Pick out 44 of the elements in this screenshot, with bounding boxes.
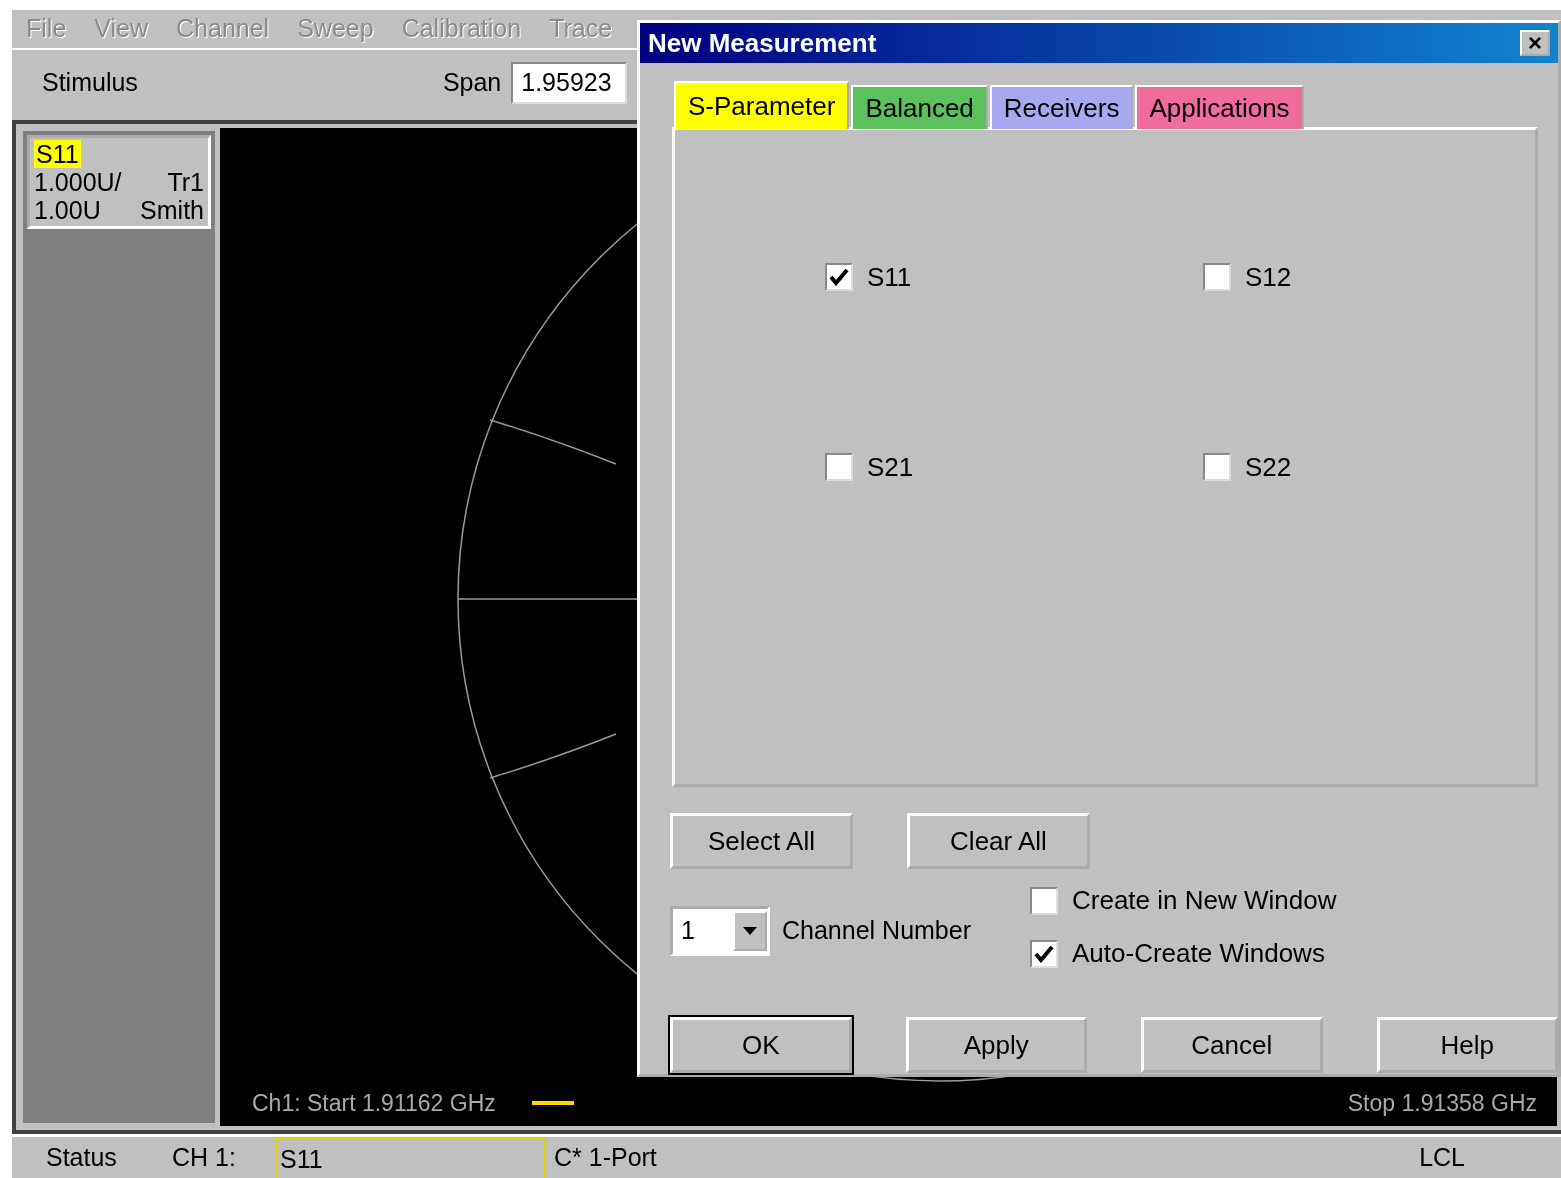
tab[interactable]: Applications [1135,85,1304,129]
dropdown-arrow-icon [743,927,757,935]
checkbox[interactable] [825,453,853,481]
dialog-button[interactable]: Help [1376,1017,1558,1073]
checkbox-label: Create in New Window [1072,884,1337,917]
trace-format: Smith [140,196,204,224]
checkbox-label: S22 [1245,450,1292,484]
select-all-button[interactable]: Select All [670,813,853,869]
channel-label: CH 1: [172,1141,237,1173]
trace-name: S11 [34,140,81,168]
mode-label: LCL [1419,1141,1465,1173]
dialog-button[interactable]: OK [670,1017,852,1073]
checkbox-label: S12 [1245,260,1292,294]
tab[interactable]: Receivers [989,85,1134,129]
start-frequency: Ch1: Start 1.91162 GHz [252,1088,496,1118]
toolbar-label: Stimulus [42,67,138,99]
tab[interactable]: Balanced [851,85,988,129]
dialog-title: New Measurement [648,26,877,60]
checkbox-label: Auto-Create Windows [1072,937,1325,970]
checkbox[interactable] [825,263,853,291]
trace-info-card[interactable]: S11 1.000U/ Tr1 1.00U Smith [27,135,211,229]
trace-reference: 1.00U [34,196,101,224]
close-button[interactable]: × [1520,30,1550,56]
status-label: Status [46,1141,118,1173]
channel-number-label: Channel Number [782,915,971,947]
dialog-button[interactable]: Apply [905,1017,1087,1073]
span-label: Span [442,67,502,99]
trace-number: Tr1 [167,168,204,196]
span-field[interactable]: 1.95923 [511,62,628,104]
checkbox[interactable] [1203,453,1231,481]
trace-scale: 1.000U/ [34,168,122,196]
checkbox[interactable] [1030,886,1058,915]
stop-frequency: Stop 1.91358 GHz [1347,1088,1537,1118]
dialog-button[interactable]: Cancel [1141,1017,1323,1073]
measurement-field: S11 [276,1137,546,1178]
tab[interactable]: S-Parameter [674,81,850,129]
channel-dropdown[interactable]: 1 [670,906,770,956]
checkbox-label: S21 [867,450,914,484]
trace-marker [531,1100,574,1105]
clear-all-button[interactable]: Clear All [907,813,1090,869]
checkbox[interactable] [1030,939,1058,968]
calibration-label: C* 1-Port [554,1141,657,1173]
checkbox[interactable] [1203,263,1231,291]
checkbox-label: S11 [867,260,912,294]
